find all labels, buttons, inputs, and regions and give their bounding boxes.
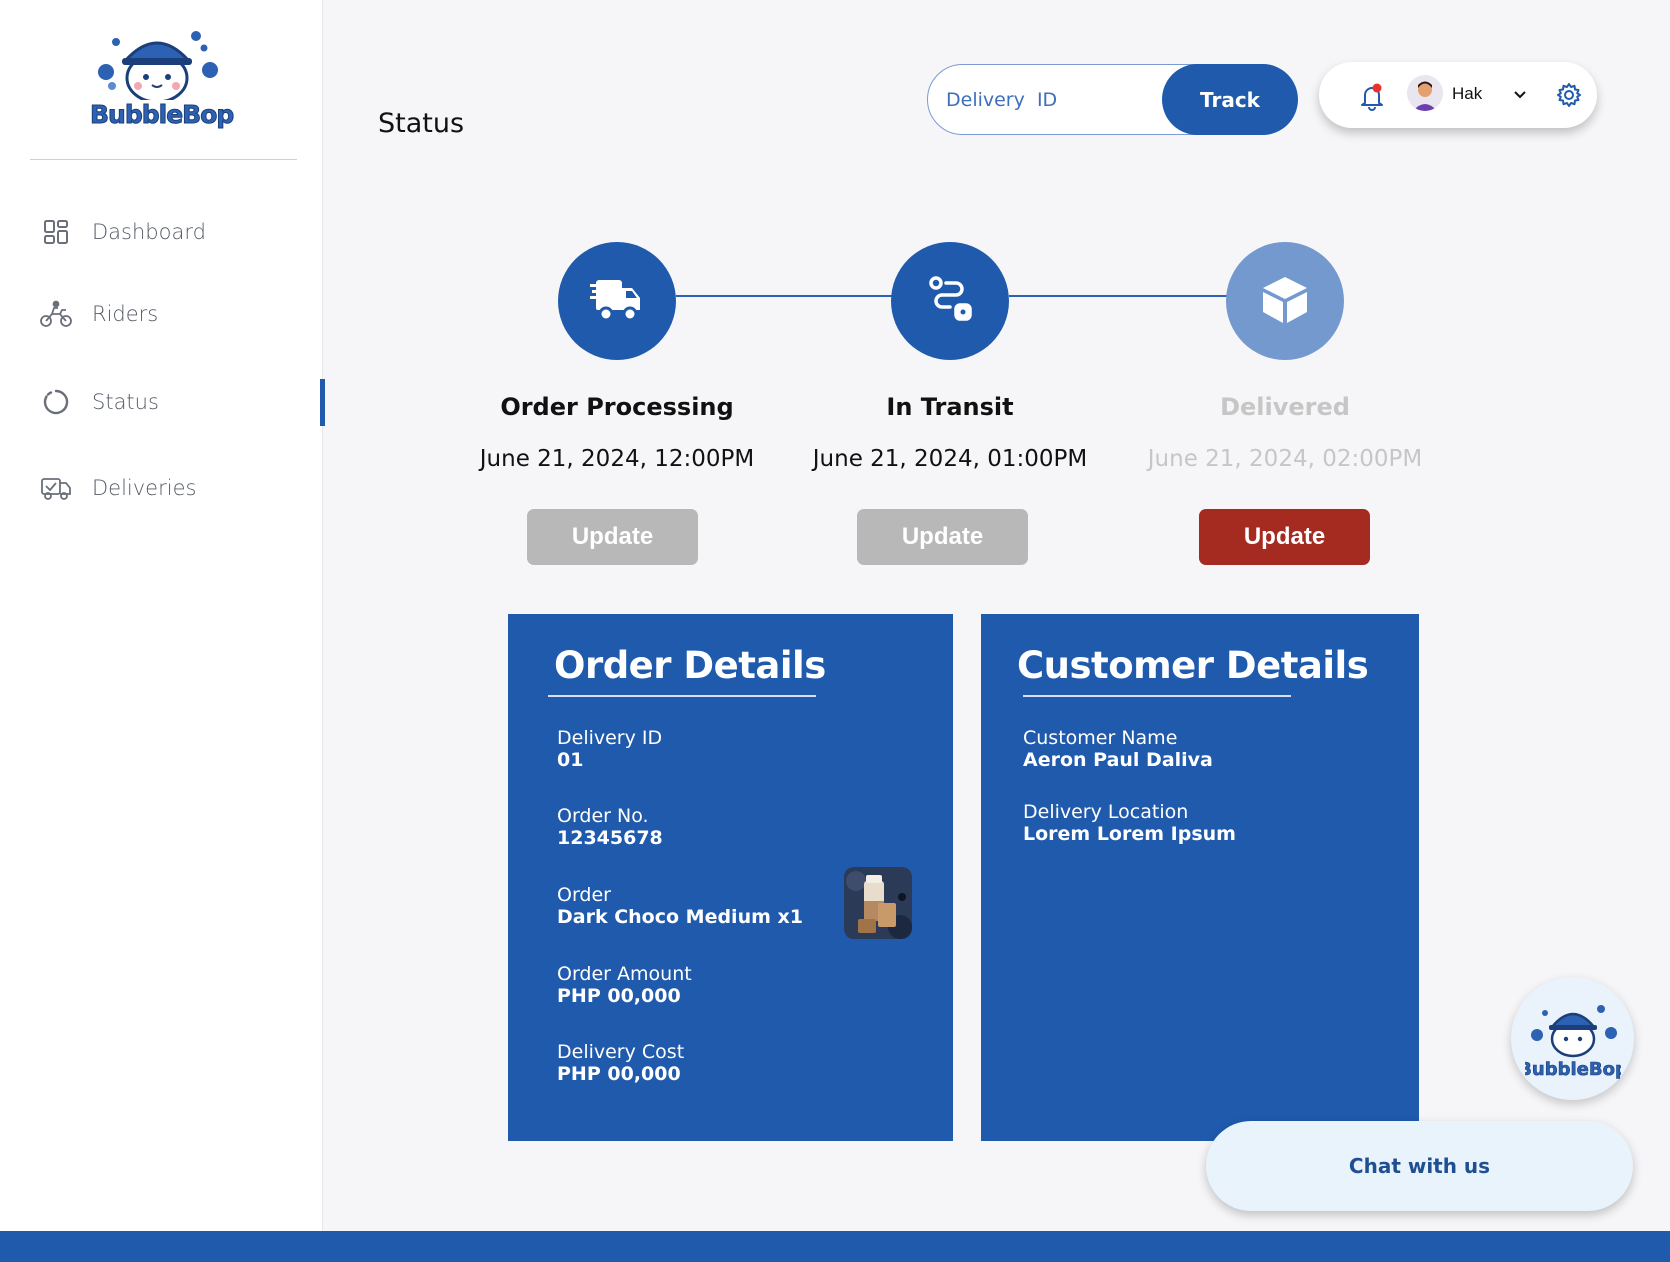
step-delivered bbox=[1226, 242, 1344, 360]
step-date: June 21, 2024, 01:00PM bbox=[812, 446, 1088, 472]
card-title-underline bbox=[548, 695, 816, 697]
step-connector bbox=[1009, 295, 1227, 297]
status-circle-icon bbox=[40, 386, 72, 418]
update-button-order-processing[interactable]: Update bbox=[527, 509, 698, 565]
chat-bot-logo[interactable]: BubbleBop bbox=[1511, 977, 1634, 1100]
step-date: June 21, 2024, 12:00PM bbox=[479, 446, 755, 472]
update-button-in-transit[interactable]: Update bbox=[857, 509, 1028, 565]
field-order: Order Dark Choco Medium x1 bbox=[557, 884, 803, 928]
track-button[interactable]: Track bbox=[1162, 64, 1298, 135]
field-delivery-id: Delivery ID 01 bbox=[557, 727, 662, 771]
sidebar-item-label: Status bbox=[92, 390, 159, 414]
field-label: Delivery Location bbox=[1023, 801, 1189, 823]
product-image bbox=[844, 867, 912, 939]
card-title: Customer Details bbox=[1017, 644, 1369, 687]
field-label: Order bbox=[557, 884, 611, 906]
route-icon bbox=[924, 273, 976, 330]
sidebar-item-label: Dashboard bbox=[92, 220, 206, 244]
card-title: Order Details bbox=[554, 644, 826, 687]
sidebar-item-riders[interactable]: Riders bbox=[40, 294, 158, 334]
delivery-truck-icon bbox=[590, 272, 644, 331]
field-label: Delivery ID bbox=[557, 727, 663, 749]
customer-details-card: Customer Details Customer Name Aeron Pau… bbox=[981, 614, 1419, 1141]
step-connector bbox=[676, 295, 892, 297]
chat-logo-brand: BubbleBop bbox=[1525, 1059, 1621, 1079]
field-order-amount: Order Amount PHP 00,000 bbox=[557, 963, 692, 1007]
avatar[interactable] bbox=[1407, 75, 1443, 111]
chevron-down-icon[interactable] bbox=[1511, 86, 1529, 104]
notification-bell-icon[interactable] bbox=[1357, 81, 1387, 111]
sidebar-divider bbox=[30, 159, 297, 160]
field-customer-name: Customer Name Aeron Paul Daliva bbox=[1023, 727, 1213, 771]
field-delivery-location: Delivery Location Lorem Lorem Ipsum bbox=[1023, 801, 1236, 845]
motorbike-rider-icon bbox=[40, 298, 72, 330]
card-title-underline bbox=[1023, 695, 1291, 697]
field-delivery-cost: Delivery Cost PHP 00,000 bbox=[557, 1041, 684, 1085]
step-title: Order Processing bbox=[500, 393, 734, 421]
field-label: Delivery Cost bbox=[557, 1041, 685, 1063]
field-value: PHP 00,000 bbox=[557, 985, 681, 1007]
delivery-truck-check-icon bbox=[40, 472, 72, 504]
update-button-delivered[interactable]: Update bbox=[1199, 509, 1370, 565]
step-title: Delivered bbox=[1220, 393, 1350, 421]
field-value: PHP 00,000 bbox=[557, 1063, 681, 1085]
field-value: Lorem Lorem Ipsum bbox=[1023, 823, 1236, 845]
sidebar-item-status[interactable]: Status bbox=[40, 382, 159, 422]
sidebar: BubbleBop Dashboard Riders Status Delive… bbox=[0, 0, 325, 1231]
field-label: Customer Name bbox=[1023, 727, 1178, 749]
footer-bar bbox=[0, 1231, 1670, 1262]
bubblebop-logo[interactable]: BubbleBop bbox=[88, 22, 235, 134]
field-label: Order Amount bbox=[557, 963, 692, 985]
sidebar-item-dashboard[interactable]: Dashboard bbox=[40, 212, 206, 252]
delivery-id-input[interactable] bbox=[946, 83, 1156, 117]
step-in-transit bbox=[891, 242, 1009, 360]
active-nav-indicator bbox=[320, 379, 325, 426]
brand-name: BubbleBop bbox=[90, 100, 235, 130]
sidebar-item-label: Riders bbox=[92, 302, 159, 326]
step-order-processing bbox=[558, 242, 676, 360]
chat-with-us-button[interactable]: Chat with us bbox=[1206, 1121, 1633, 1211]
field-value: Aeron Paul Daliva bbox=[1023, 749, 1213, 771]
field-value: 12345678 bbox=[557, 827, 663, 849]
user-menu: Hak bbox=[1319, 62, 1597, 128]
order-details-card: Order Details Delivery ID 01 Order No. 1… bbox=[508, 614, 953, 1141]
step-date: June 21, 2024, 02:00PM bbox=[1147, 446, 1423, 472]
package-box-icon bbox=[1259, 273, 1311, 330]
field-value: 01 bbox=[557, 749, 584, 771]
field-order-no: Order No. 12345678 bbox=[557, 805, 663, 849]
sidebar-item-label: Deliveries bbox=[92, 476, 197, 500]
page-title: Status bbox=[378, 108, 465, 139]
user-name: Hak bbox=[1452, 84, 1483, 103]
field-label: Order No. bbox=[557, 805, 649, 827]
field-value: Dark Choco Medium x1 bbox=[557, 906, 803, 928]
sidebar-item-deliveries[interactable]: Deliveries bbox=[40, 468, 196, 508]
gear-icon[interactable] bbox=[1555, 81, 1583, 109]
dashboard-grid-icon bbox=[40, 216, 72, 248]
track-search-box: Track bbox=[927, 64, 1298, 135]
step-title: In Transit bbox=[886, 393, 1014, 421]
